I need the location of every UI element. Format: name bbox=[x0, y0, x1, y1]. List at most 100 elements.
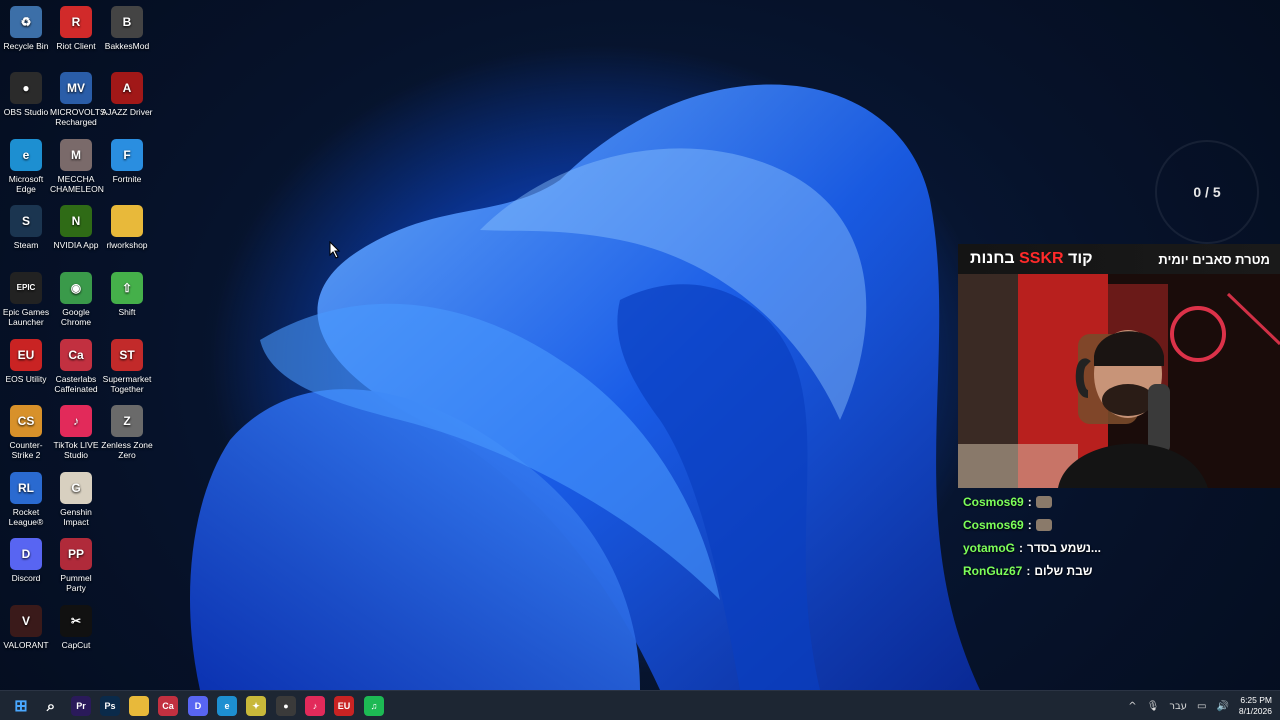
taskbar-discord-icon[interactable]: D bbox=[188, 696, 208, 716]
goal-counter-text: 0 / 5 bbox=[1193, 184, 1221, 200]
desktop-icon-zenless-zone-zero[interactable]: Z Zenless Zone Zero bbox=[101, 405, 153, 460]
chat-username: Cosmos69 bbox=[963, 517, 1024, 532]
desktop-icon-supermarket-together[interactable]: ST Supermarket Together bbox=[101, 339, 153, 394]
desktop-icon-discord[interactable]: D Discord bbox=[0, 538, 52, 583]
chat-username: Cosmos69 bbox=[963, 494, 1024, 509]
desktop-icon-recycle-bin[interactable]: ♻ Recycle Bin bbox=[0, 6, 52, 51]
taskbar-eos-utility-icon[interactable]: EU bbox=[334, 696, 354, 716]
desktop-icon-label: OBS Studio bbox=[3, 107, 49, 117]
clock[interactable]: 6:25 PM 8/1/2026 bbox=[1239, 695, 1272, 717]
desktop-icon-meccha-chameleon[interactable]: M MECCHA CHAMELEON bbox=[50, 139, 104, 194]
chat-message: Cosmos69 : bbox=[963, 513, 1101, 536]
taskbar-tiktok-live-icon[interactable]: ♪ bbox=[305, 696, 325, 716]
eos-utility-icon: EU bbox=[10, 339, 42, 371]
discord-icon: D bbox=[10, 538, 42, 570]
desktop-icon-rocket-league[interactable]: RL Rocket League® bbox=[0, 472, 52, 527]
chevron-up-icon[interactable]: ^ bbox=[1128, 701, 1136, 712]
taskbar-search-button[interactable]: ⌕ bbox=[41, 696, 61, 716]
chat-emote-icon bbox=[1035, 518, 1052, 531]
desktop-icon-edge[interactable]: e Microsoft Edge bbox=[0, 139, 52, 194]
desktop-icon-epic-games[interactable]: EPIC Epic Games Launcher bbox=[0, 272, 52, 327]
network-icon[interactable]: ▭ bbox=[1197, 701, 1206, 712]
recycle-bin-icon: ♻ bbox=[10, 6, 42, 38]
volume-icon[interactable]: 🔊 bbox=[1216, 701, 1228, 712]
desktop-icon-label: MICROVOLTS Recharged bbox=[50, 107, 106, 127]
taskbar-start-button[interactable]: ⊞ bbox=[11, 696, 31, 716]
desktop-icon-riot-client[interactable]: R Riot Client bbox=[50, 6, 102, 51]
chat-separator: : bbox=[1027, 517, 1032, 532]
promo-code: SSKR bbox=[1019, 250, 1064, 267]
desktop-icon-label: EOS Utility bbox=[5, 374, 47, 384]
desktop-icon-genshin-impact[interactable]: G Genshin Impact bbox=[50, 472, 102, 527]
desktop-icon-label: CapCut bbox=[61, 640, 91, 650]
taskbar-sticky-app-icon[interactable]: ✦ bbox=[246, 696, 266, 716]
desktop-icon-tiktok-live[interactable]: ♪ TikTok LIVE Studio bbox=[50, 405, 102, 460]
taskbar-spotify-icon[interactable]: ♫ bbox=[364, 696, 384, 716]
chat-text: שבת שלום bbox=[1034, 563, 1093, 578]
desktop-icon-steam[interactable]: S Steam bbox=[0, 205, 52, 250]
desktop-icon-label: Zenless Zone Zero bbox=[101, 440, 153, 460]
taskbar-file-explorer-icon[interactable] bbox=[129, 696, 149, 716]
shift-icon: ⇧ bbox=[111, 272, 143, 304]
epic-games-icon: EPIC bbox=[10, 272, 42, 304]
desktop-icon-valorant[interactable]: V VALORANT bbox=[0, 605, 52, 650]
desktop-icon-label: Fortnite bbox=[112, 174, 142, 184]
language-indicator[interactable]: עבר bbox=[1169, 701, 1187, 712]
system-tray: ^ 🎙 עבר ▭ 🔊 6:25 PM 8/1/2026 bbox=[1128, 691, 1272, 720]
desktop-icon-fortnite[interactable]: F Fortnite bbox=[101, 139, 153, 184]
desktop-icon-ajazz[interactable]: A AJAZZ Driver bbox=[101, 72, 153, 117]
desktop-icon-label: Shift bbox=[118, 307, 136, 317]
tiktok-live-icon: ♪ bbox=[60, 405, 92, 437]
capcut-icon: ✂ bbox=[60, 605, 92, 637]
desktop-icon-label: Microsoft Edge bbox=[8, 174, 44, 194]
desktop-icon-label: VALORANT bbox=[3, 640, 49, 650]
webcam-feed bbox=[958, 274, 1280, 488]
chat-username: RonGuz67 bbox=[963, 563, 1023, 578]
sub-goal-counter: 0 / 5 bbox=[1155, 140, 1259, 244]
desktop-icon-label: Supermarket Together bbox=[102, 374, 152, 394]
desktop-icon-shift[interactable]: ⇧ Shift bbox=[101, 272, 153, 317]
desktop-icon-label: Recycle Bin bbox=[3, 41, 49, 51]
nvidia-icon: N bbox=[60, 205, 92, 237]
desktop-icon-bakkesmod[interactable]: B BakkesMod bbox=[101, 6, 153, 51]
microphone-icon[interactable]: 🎙 bbox=[1147, 701, 1160, 712]
bakkesmod-icon: B bbox=[111, 6, 143, 38]
meccha-chameleon-icon: M bbox=[60, 139, 92, 171]
desktop-icon-capcut[interactable]: ✂ CapCut bbox=[50, 605, 102, 650]
desktop-icon-counter-strike[interactable]: CS Counter-Strike 2 bbox=[0, 405, 52, 460]
taskbar-edge-icon[interactable]: e bbox=[217, 696, 237, 716]
desktop-icon-eos-utility[interactable]: EU EOS Utility bbox=[0, 339, 52, 384]
stream-overlay-header: קוד SSKR בחנות מטרת סאבים יומית bbox=[958, 244, 1280, 274]
desktop-icon-casterlabs[interactable]: Ca Casterlabs Caffeinated bbox=[50, 339, 102, 394]
desktop-icon-label: Google Chrome bbox=[60, 307, 92, 327]
zenless-zone-zero-icon: Z bbox=[111, 405, 143, 437]
desktop-icon-label: AJAZZ Driver bbox=[101, 107, 153, 117]
desktop-icon-pummel-party[interactable]: PP Pummel Party bbox=[50, 538, 102, 593]
stream-chat: Cosmos69 : Cosmos69 : yotamoG : נשמע בסד… bbox=[963, 490, 1101, 582]
taskbar-casterlabs-icon[interactable]: Ca bbox=[158, 696, 178, 716]
desktop-icon-label: Steam bbox=[13, 240, 39, 250]
fortnite-icon: F bbox=[111, 139, 143, 171]
desktop-icon-label: BakkesMod bbox=[104, 41, 150, 51]
clock-time: 6:25 PM bbox=[1240, 695, 1272, 705]
casterlabs-icon: Ca bbox=[60, 339, 92, 371]
desktop-icon-folder[interactable]: rlworkshop bbox=[101, 205, 153, 250]
desktop-icon-nvidia[interactable]: N NVIDIA App bbox=[50, 205, 102, 250]
chat-separator: : bbox=[1026, 563, 1031, 578]
chat-separator: : bbox=[1027, 494, 1032, 509]
desktop-icon-obs[interactable]: ● OBS Studio bbox=[0, 72, 52, 117]
taskbar-premiere-pro-icon[interactable]: Pr bbox=[71, 696, 91, 716]
taskbar-photoshop-icon[interactable]: Ps bbox=[100, 696, 120, 716]
pummel-party-icon: PP bbox=[60, 538, 92, 570]
taskbar-obs-icon[interactable]: ● bbox=[276, 696, 296, 716]
steam-icon: S bbox=[10, 205, 42, 237]
taskbar: ⊞ ⌕ Pr Ps Ca De ✦ ● ♪ EU ♫ ^ 🎙 עבר ▭ 🔊 6:25 PM 8/1… bbox=[0, 690, 1280, 720]
genshin-impact-icon: G bbox=[60, 472, 92, 504]
desktop-icon-chrome[interactable]: ◉ Google Chrome bbox=[50, 272, 102, 327]
desktop-icon-label: Counter-Strike 2 bbox=[9, 440, 43, 460]
desktop-icon-label: Pummel Party bbox=[60, 573, 92, 593]
riot-client-icon: R bbox=[60, 6, 92, 38]
chat-message: Cosmos69 : bbox=[963, 490, 1101, 513]
desktop-icon-microvolts[interactable]: MV MICROVOLTS Recharged bbox=[50, 72, 106, 127]
desktop-icon-label: Casterlabs Caffeinated bbox=[54, 374, 98, 394]
